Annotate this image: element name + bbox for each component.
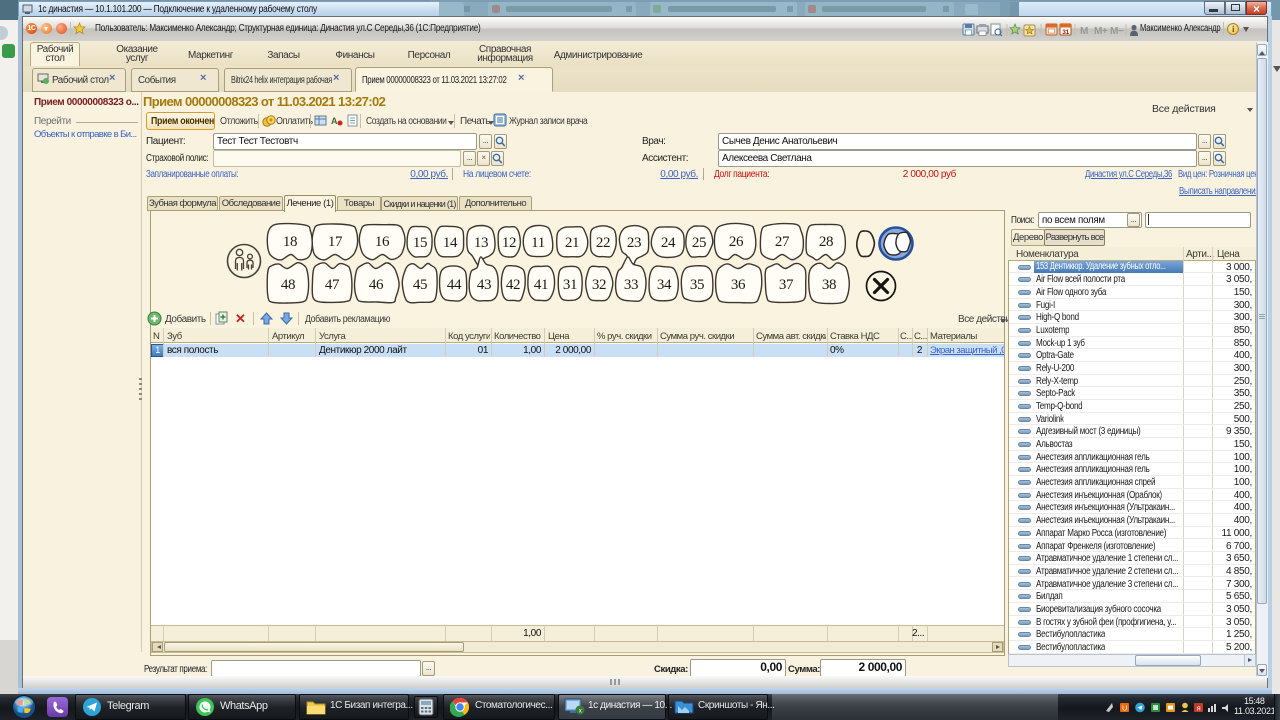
svg-text:17: 17 (328, 234, 343, 250)
svg-text:21: 21 (565, 235, 579, 251)
svg-text:x: x (579, 709, 582, 715)
svg-text:23: 23 (627, 235, 641, 251)
svg-text:14: 14 (443, 235, 458, 251)
svg-text:44: 44 (447, 277, 462, 293)
svg-text:27: 27 (775, 234, 790, 250)
svg-text:13: 13 (474, 235, 488, 251)
svg-text:32: 32 (592, 277, 606, 293)
svg-text:43: 43 (477, 277, 491, 293)
svg-text:33: 33 (624, 277, 638, 293)
svg-text:24: 24 (661, 235, 676, 251)
svg-text:48: 48 (281, 277, 295, 293)
svg-text:35: 35 (690, 277, 704, 293)
svg-text:37: 37 (779, 277, 794, 293)
svg-text:12: 12 (502, 235, 516, 251)
svg-text:26: 26 (729, 234, 744, 250)
svg-text:45: 45 (413, 277, 427, 293)
svg-text:36: 36 (731, 277, 746, 293)
svg-text:16: 16 (375, 234, 390, 250)
svg-text:11: 11 (531, 235, 545, 251)
svg-text:31: 31 (563, 277, 577, 293)
svg-text:41: 41 (534, 277, 548, 293)
svg-text:25: 25 (692, 235, 706, 251)
svg-text:42: 42 (506, 277, 520, 293)
svg-text:46: 46 (369, 277, 384, 293)
svg-text:15: 15 (413, 235, 427, 251)
svg-text:18: 18 (283, 234, 297, 250)
svg-text:U: U (1122, 706, 1127, 713)
svg-text:22: 22 (596, 235, 610, 251)
svg-text:47: 47 (325, 277, 340, 293)
svg-text:28: 28 (819, 234, 833, 250)
svg-text:38: 38 (822, 277, 836, 293)
svg-text:34: 34 (657, 277, 672, 293)
svg-text:я: я (1197, 704, 1201, 713)
